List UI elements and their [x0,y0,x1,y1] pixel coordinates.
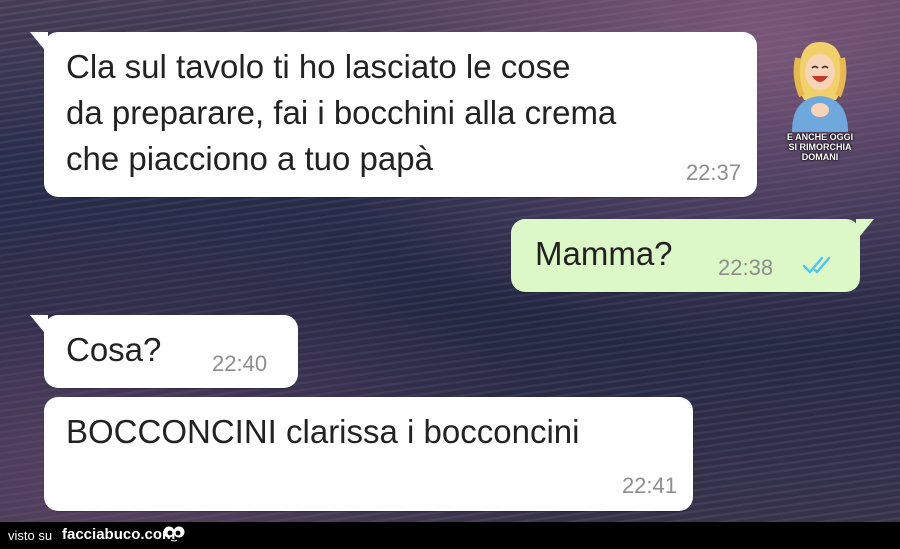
footer-prefix: visto su [8,528,53,543]
laughing-woman-icon [792,42,848,132]
sticker-caption-line: SI RIMORCHIA DOMANI [788,142,852,162]
message-time: 22:41 [621,473,677,498]
sticker-logo: E ANCHE OGGI SI RIMORCHIA DOMANI [772,38,868,168]
message-text: Cla sul tavolo ti ho lasciato le cose da… [66,48,617,177]
message-bubble-incoming[interactable]: Cosa? 22:40 [30,315,298,388]
message-bubble-incoming[interactable]: Cla sul tavolo ti ho lasciato le cose da… [30,32,757,197]
bubble-tail [30,315,48,337]
bubble-tail [30,32,48,54]
message-text: Cosa? [66,331,162,368]
message-time: 22:37 [685,160,741,185]
message-bubble-outgoing[interactable]: Mamma? 22:38 [511,219,874,292]
message-time: 22:38 [718,255,774,280]
eyes-icon [163,526,185,542]
footer-site-link[interactable]: facciabuco.com [62,526,175,543]
message-bubble-incoming[interactable]: BOCCONCINI clarissa i bocconcini 22:41 [44,397,693,511]
bubble-tail [856,219,874,241]
message-text: BOCCONCINI clarissa i bocconcini [66,413,580,450]
sticker-caption-line: E ANCHE OGGI [786,132,854,142]
watermark-footer: visto su facciabuco.com [0,522,900,549]
message-time: 22:40 [212,351,268,376]
sticker-caption: E ANCHE OGGI SI RIMORCHIA DOMANI [772,132,868,162]
message-text: Mamma? [535,235,673,272]
double-check-icon [802,256,831,274]
